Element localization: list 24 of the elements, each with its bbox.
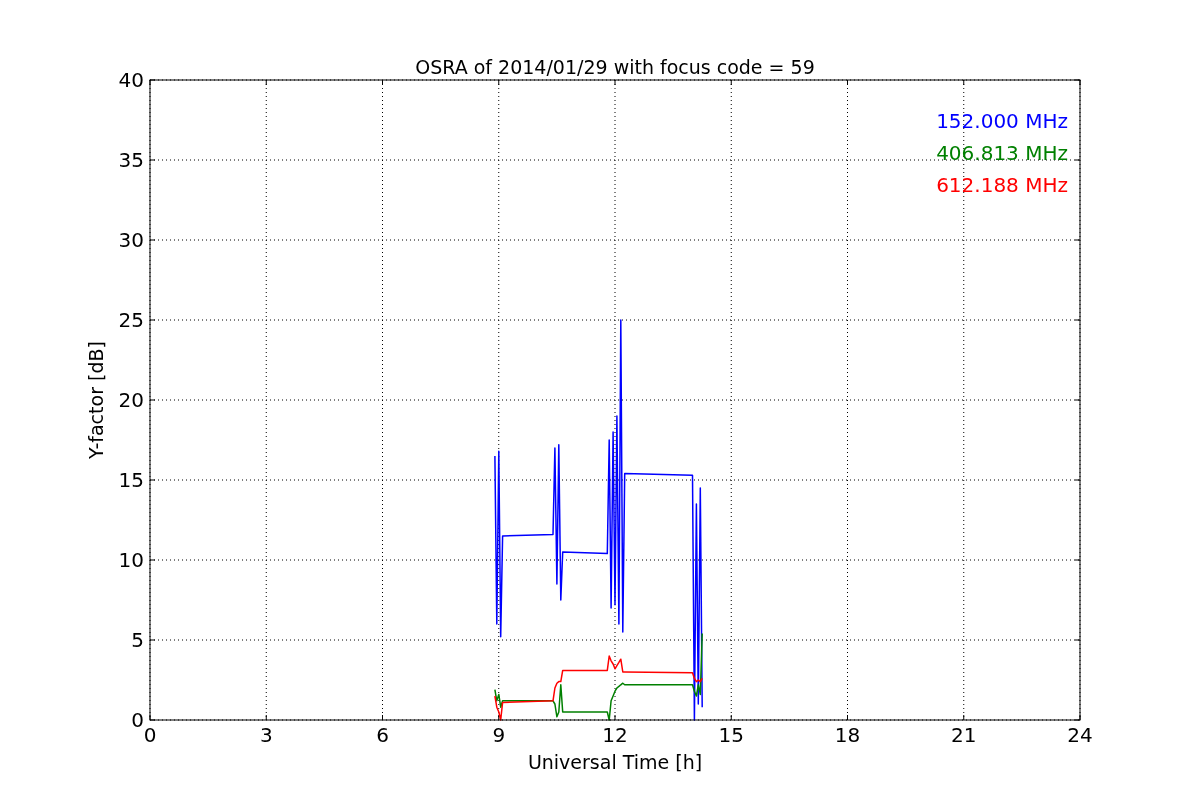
y-axis-label: Y-factor [dB]	[85, 341, 107, 459]
legend-label: 612.188 MHz	[936, 173, 1068, 197]
tick-label: 25	[118, 308, 144, 332]
x-axis-label: Universal Time [h]	[527, 751, 703, 773]
tick-label: 5	[131, 628, 144, 652]
tick-label: 21	[951, 723, 977, 747]
chart-title: OSRA of 2014/01/29 with focus code = 59	[415, 56, 815, 78]
tick-label: 20	[118, 388, 144, 412]
tick-label: 0	[143, 723, 157, 747]
tick-label: 30	[118, 228, 144, 252]
tick-label: 35	[118, 148, 144, 172]
tick-label: 15	[118, 468, 144, 492]
tick-label: 18	[834, 723, 861, 747]
tick-label: 12	[602, 723, 628, 747]
legend-label: 152.000 MHz	[936, 109, 1068, 133]
tick-label: 6	[376, 723, 389, 747]
tick-label: 3	[259, 723, 273, 747]
tick-label: 15	[718, 723, 744, 747]
tick-label: 24	[1067, 723, 1093, 747]
tick-label: 0	[131, 708, 144, 732]
tick-label: 40	[118, 68, 144, 92]
tick-label: 10	[118, 548, 144, 572]
tick-label: 9	[492, 723, 506, 747]
legend-label: 406.813 MHz	[936, 141, 1068, 165]
